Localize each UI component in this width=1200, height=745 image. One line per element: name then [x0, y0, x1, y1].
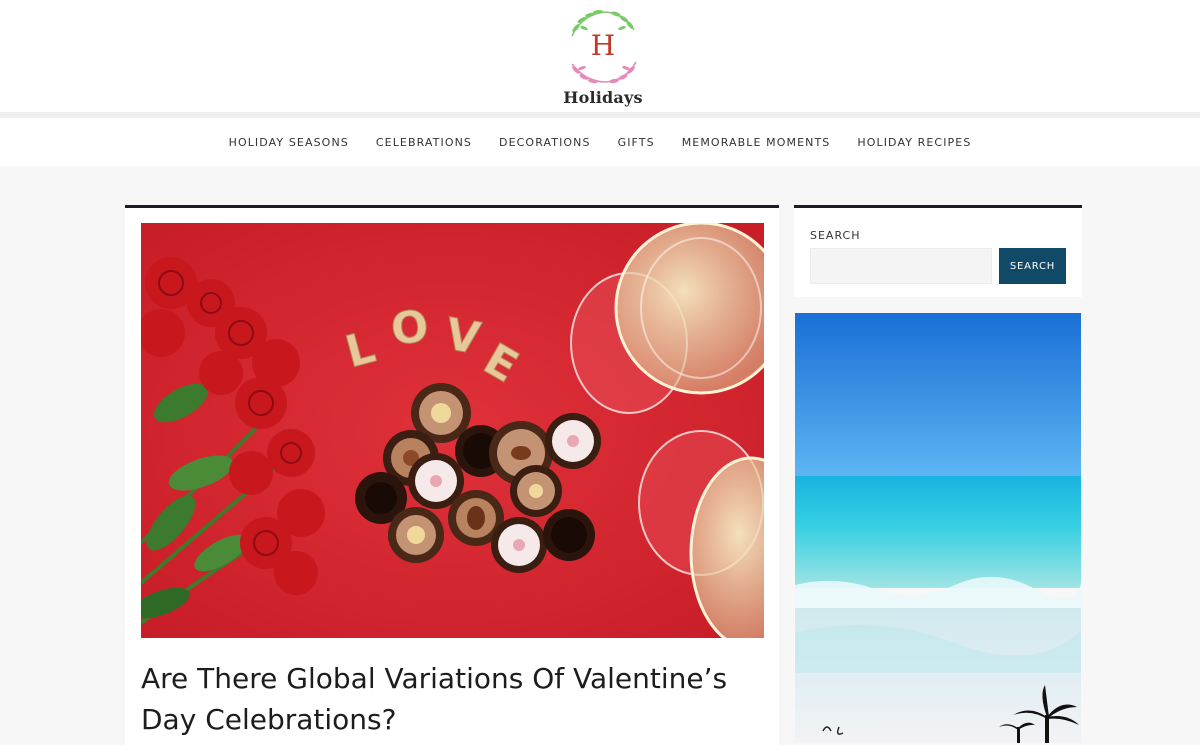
- logo-letter: H: [591, 29, 615, 62]
- search-widget-title: SEARCH: [810, 229, 861, 242]
- nav-item-memorable-moments[interactable]: MEMORABLE MOMENTS: [682, 136, 831, 149]
- search-input[interactable]: [810, 248, 992, 284]
- site-name: Holidays: [563, 88, 643, 107]
- sidebar-beach-image[interactable]: [795, 313, 1081, 743]
- post-card: L O V E Are There Global Variations Of V…: [125, 205, 779, 745]
- search-widget: SEARCH SEARCH: [794, 205, 1082, 297]
- search-button[interactable]: SEARCH: [999, 248, 1066, 284]
- site-header: H Holidays: [0, 0, 1200, 112]
- nav-item-holiday-seasons[interactable]: HOLIDAY SEASONS: [229, 136, 349, 149]
- valentine-chocolates-image: L O V E: [141, 223, 764, 638]
- wreath-logo-icon: H: [571, 9, 637, 84]
- main-navigation: HOLIDAY SEASONS CELEBRATIONS DECORATIONS…: [0, 118, 1200, 166]
- featured-image[interactable]: L O V E: [141, 223, 764, 638]
- site-logo[interactable]: H Holidays: [562, 8, 644, 107]
- nav-item-decorations[interactable]: DECORATIONS: [499, 136, 591, 149]
- nav-item-gifts[interactable]: GIFTS: [618, 136, 655, 149]
- beach-image: [795, 313, 1081, 743]
- nav-item-holiday-recipes[interactable]: HOLIDAY RECIPES: [857, 136, 971, 149]
- love-letter-o: O: [389, 301, 431, 355]
- nav-item-celebrations[interactable]: CELEBRATIONS: [376, 136, 472, 149]
- post-title[interactable]: Are There Global Variations Of Valentine…: [141, 658, 761, 740]
